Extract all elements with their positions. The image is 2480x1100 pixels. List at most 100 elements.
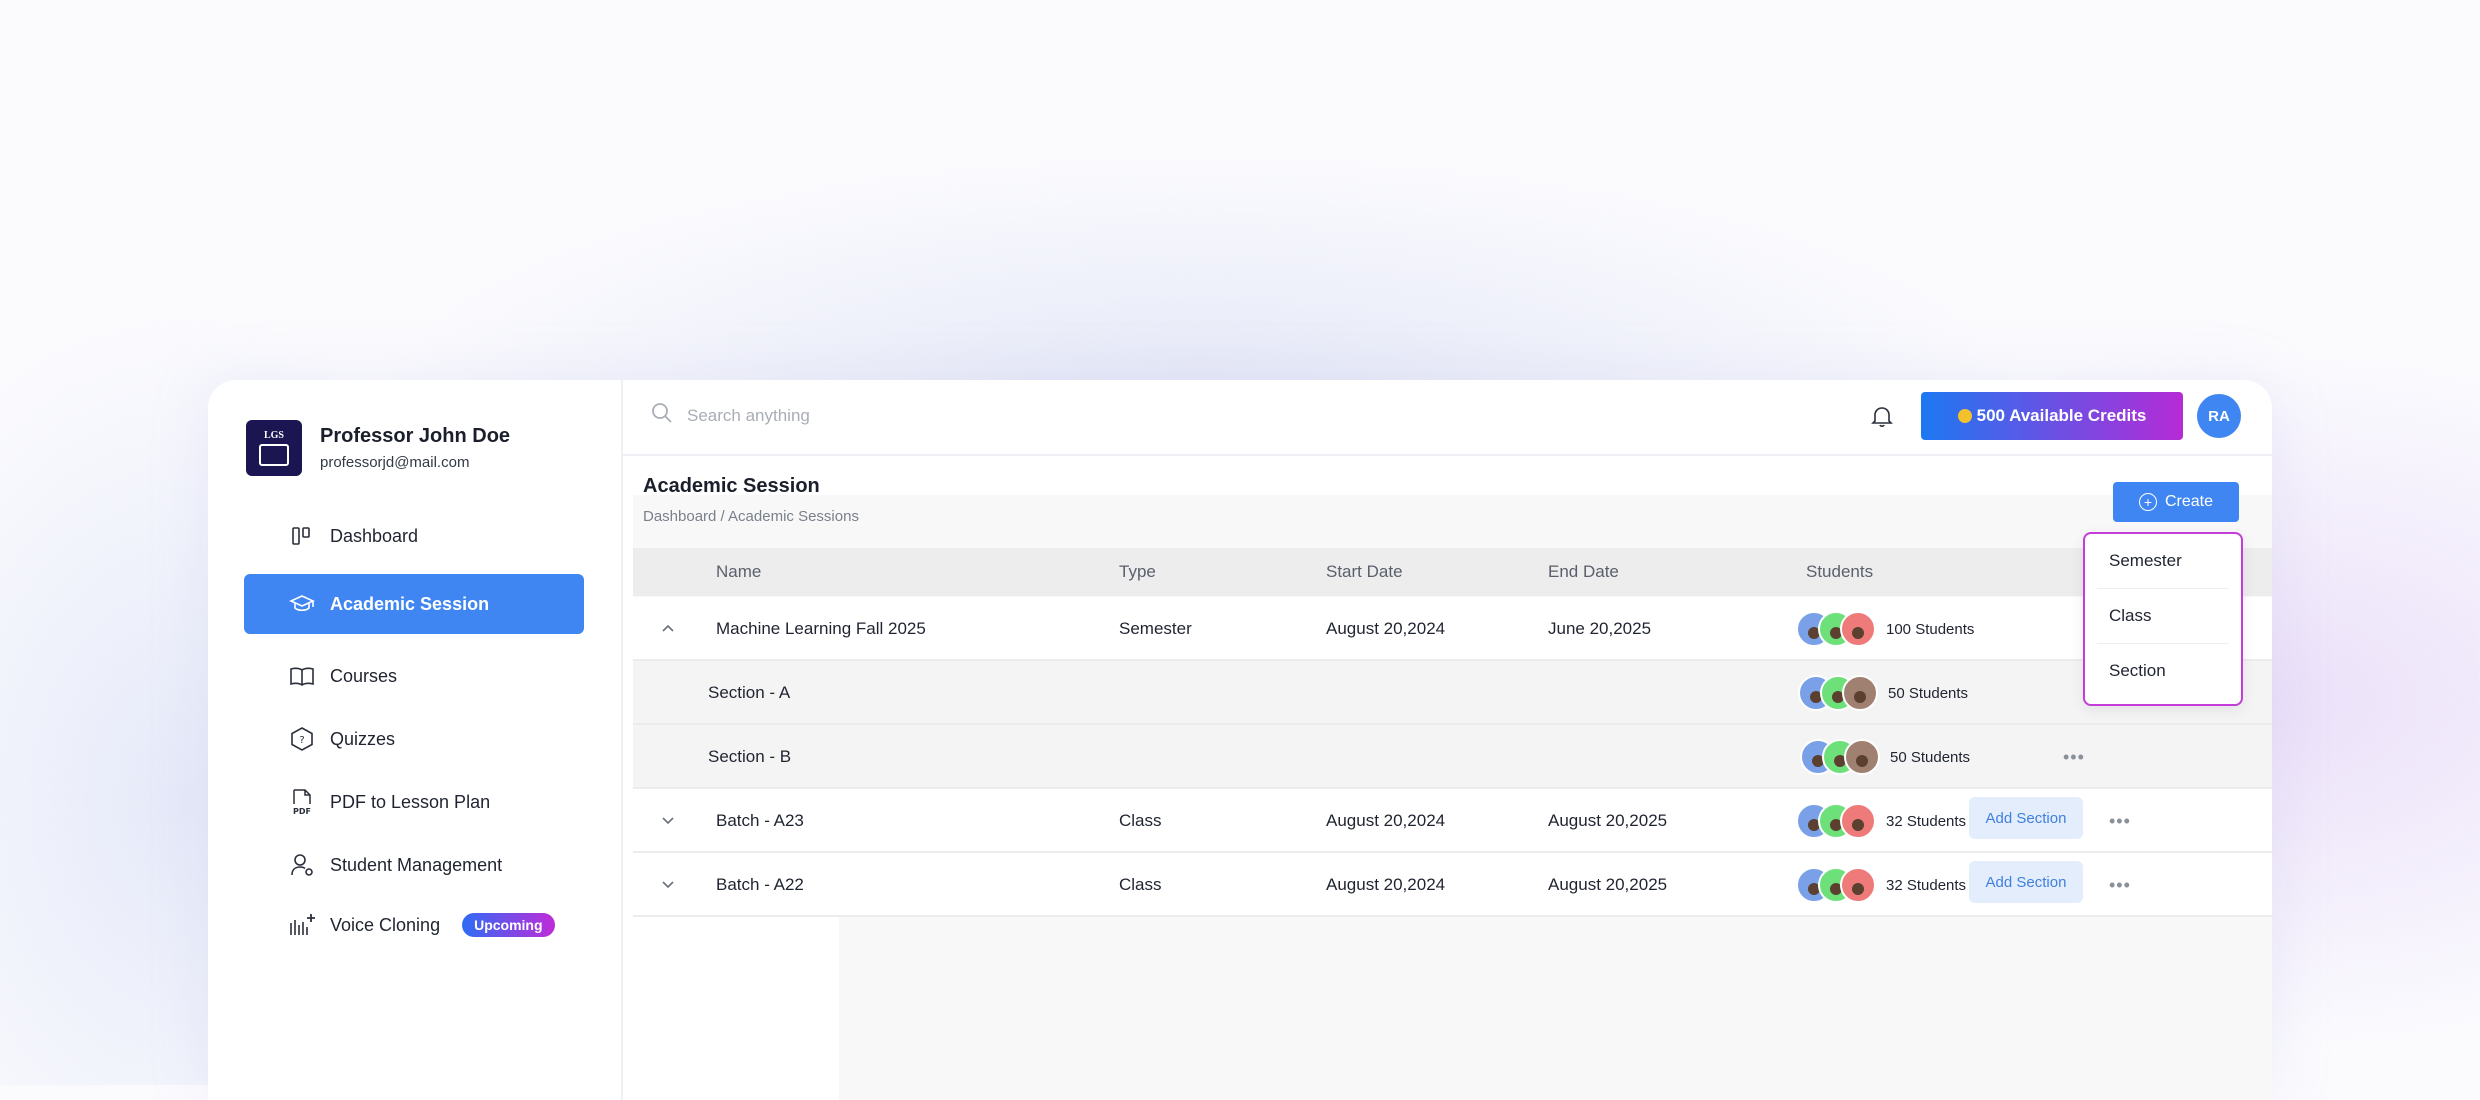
voice-icon [288, 911, 316, 939]
dropdown-option-semester[interactable]: Semester [2097, 534, 2229, 589]
breadcrumb[interactable]: Dashboard / Academic Sessions [643, 508, 859, 525]
sidebar-item-label: Student Management [330, 854, 503, 875]
search-bar[interactable] [651, 402, 1089, 429]
app-window: LGS Professor John Doe professorjd@mail.… [208, 380, 2272, 1100]
profile-email: professorjd@mail.com [320, 454, 470, 471]
column-header-students[interactable]: Students [1806, 562, 1873, 582]
chevron-down-icon[interactable] [659, 811, 677, 834]
student-avatars: 50 Students [1798, 675, 1968, 711]
row-name: Batch - A23 [716, 811, 804, 830]
student-avatars: 32 Students [1796, 867, 1966, 903]
quiz-icon: ? [288, 725, 316, 753]
dropdown-option-section[interactable]: Section [2097, 644, 2229, 698]
chevron-up-icon[interactable] [659, 619, 677, 642]
main-content: 500 Available Credits RA Academic Sessio… [623, 380, 2272, 1100]
graduation-cap-icon [288, 590, 316, 618]
create-dropdown-menu: Semester Class Section [2083, 532, 2243, 706]
notification-bell-icon[interactable] [1871, 404, 1893, 433]
table-row[interactable]: Section - A 50 Students [633, 661, 2272, 725]
table-header: Name Type Start Date End Date Students [633, 548, 2272, 596]
logo-emblem [259, 444, 289, 466]
search-icon [651, 402, 673, 429]
table-row[interactable]: Machine Learning Fall 2025 Semester Augu… [633, 597, 2272, 661]
dashboard-icon [288, 522, 316, 550]
more-options-icon[interactable]: ••• [2109, 811, 2131, 832]
column-header-type[interactable]: Type [1119, 562, 1156, 582]
more-options-icon[interactable]: ••• [2109, 875, 2131, 896]
table-empty-area [633, 913, 839, 1100]
avatar [1840, 803, 1876, 839]
sidebar-item-courses[interactable]: Courses [244, 646, 584, 706]
student-avatars: 100 Students [1796, 611, 1974, 647]
row-start-date: August 20,2024 [1326, 619, 1446, 638]
column-header-end-date[interactable]: End Date [1548, 562, 1619, 582]
sidebar-item-label: PDF to Lesson Plan [330, 791, 491, 812]
student-avatars: 50 Students [1800, 739, 1970, 775]
student-count: 50 Students [1888, 684, 1969, 702]
row-end-date: August 20,2025 [1548, 811, 1668, 830]
student-count: 100 Students [1886, 620, 1975, 638]
avatar [1840, 867, 1876, 903]
sidebar: LGS Professor John Doe professorjd@mail.… [208, 380, 623, 1100]
student-avatars: 32 Students [1796, 803, 1966, 839]
sidebar-item-label: Quizzes [330, 728, 396, 749]
sidebar-item-quizzes[interactable]: ? Quizzes [244, 709, 584, 769]
upcoming-badge: Upcoming [462, 913, 555, 937]
row-type: Class [1119, 875, 1162, 894]
logo-text: LGS [263, 430, 284, 441]
student-icon [288, 851, 316, 879]
row-name: Batch - A22 [716, 875, 804, 894]
row-start-date: August 20,2024 [1326, 811, 1446, 830]
row-start-date: August 20,2024 [1326, 875, 1446, 894]
sidebar-item-label: Voice Cloning [330, 914, 441, 935]
avatar [1842, 675, 1878, 711]
coin-icon [1957, 409, 1972, 423]
school-logo: LGS [246, 420, 302, 476]
profile-card[interactable]: LGS Professor John Doe professorjd@mail.… [246, 420, 510, 476]
sidebar-item-voice-cloning[interactable]: Voice Cloning Upcoming [244, 895, 584, 955]
student-count: 50 Students [1890, 748, 1971, 766]
create-label: Create [2164, 493, 2214, 510]
sidebar-item-label: Courses [330, 665, 398, 686]
user-avatar[interactable]: RA [2197, 394, 2241, 438]
chevron-down-icon[interactable] [659, 875, 677, 898]
page-title: Academic Session [643, 475, 820, 497]
create-button[interactable]: + Create [2113, 482, 2239, 522]
sidebar-item-pdf-lesson-plan[interactable]: PDF PDF to Lesson Plan [244, 772, 584, 832]
table-row[interactable]: Batch - A22 Class August 20,2024 August … [633, 853, 2272, 917]
table-row[interactable]: Section - B 50 Students ••• [633, 725, 2272, 789]
student-count: 32 Students [1886, 812, 1967, 830]
credits-button[interactable]: 500 Available Credits [1921, 392, 2183, 440]
table-row[interactable]: Batch - A23 Class August 20,2024 August … [633, 789, 2272, 853]
more-options-icon[interactable]: ••• [2063, 747, 2085, 768]
row-end-date: June 20,2025 [1548, 619, 1652, 638]
book-icon [288, 662, 316, 690]
row-name: Section - A [708, 683, 791, 702]
sidebar-item-label: Dashboard [330, 525, 419, 546]
row-type: Class [1119, 811, 1162, 830]
pdf-icon: PDF [288, 788, 316, 816]
row-name: Section - B [708, 747, 792, 766]
add-section-button[interactable]: Add Section [1969, 861, 2083, 903]
sidebar-item-dashboard[interactable]: Dashboard [244, 506, 584, 566]
row-name: Machine Learning Fall 2025 [716, 619, 926, 638]
add-section-button[interactable]: Add Section [1969, 797, 2083, 839]
sidebar-item-student-management[interactable]: Student Management [244, 835, 584, 895]
column-header-name[interactable]: Name [716, 562, 761, 582]
plus-icon: + [2138, 493, 2157, 511]
profile-name: Professor John Doe [320, 425, 511, 447]
sidebar-item-label: Academic Session [330, 593, 490, 614]
top-bar: 500 Available Credits RA [623, 380, 2272, 456]
svg-text:PDF: PDF [293, 807, 311, 816]
search-input[interactable] [685, 404, 1089, 427]
column-header-start-date[interactable]: Start Date [1326, 562, 1403, 582]
dropdown-option-class[interactable]: Class [2097, 589, 2229, 644]
sidebar-item-academic-session[interactable]: Academic Session [244, 574, 584, 634]
svg-text:?: ? [299, 735, 304, 746]
page-header: Academic Session Dashboard / Academic Se… [643, 475, 859, 525]
row-type: Semester [1119, 619, 1192, 638]
row-end-date: August 20,2025 [1548, 875, 1668, 894]
avatar [1840, 611, 1876, 647]
avatar [1844, 739, 1880, 775]
student-count: 32 Students [1886, 876, 1967, 894]
